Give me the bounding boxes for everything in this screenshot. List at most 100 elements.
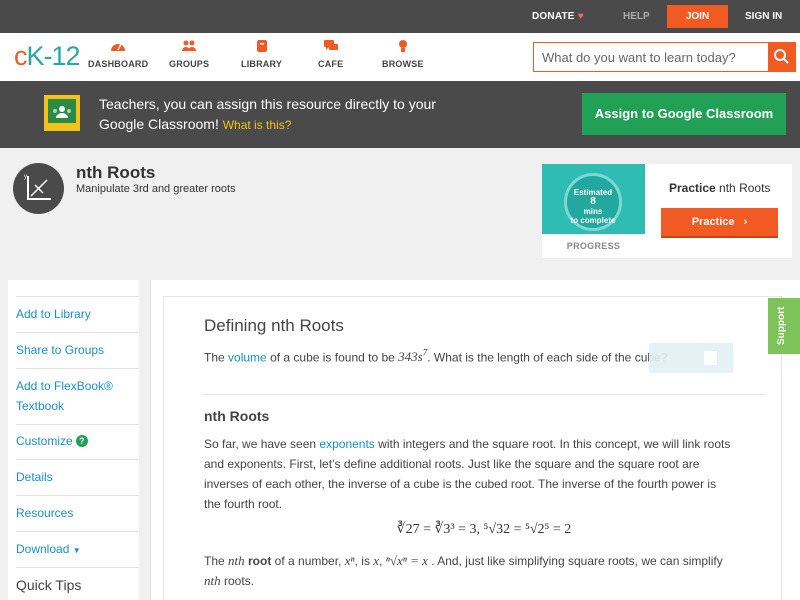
banner-message: Teachers, you can assign this resource d…	[99, 94, 439, 135]
nav-dashboard[interactable]: DASHBOARD	[88, 39, 148, 69]
concept-subtitle: Manipulate 3rd and greater roots	[76, 183, 236, 195]
sidebar-divider	[16, 495, 139, 496]
download-label: Download	[16, 542, 70, 556]
chevron-right-icon: ›	[743, 216, 748, 228]
sign-in-link[interactable]: SIGN IN	[745, 11, 782, 22]
practice-label-rest: nth Roots	[719, 181, 771, 195]
estimate-circle: Estimated 8 mins to complete	[564, 173, 622, 231]
content-divider	[204, 394, 764, 395]
logo-k: K	[26, 41, 45, 71]
question-text-1: The	[204, 350, 225, 365]
sidebar: Add to Library Share to Groups Add to Fl…	[8, 280, 139, 600]
sidebar-item-download[interactable]: Download ▼	[16, 539, 139, 561]
hint-overlay[interactable]	[649, 343, 733, 373]
root-equation: ∛27 = ∛3³ = 3, ⁵√32 = ⁵√2⁵ = 2	[396, 522, 572, 537]
graph-icon: y	[13, 163, 64, 214]
library-icon	[256, 40, 267, 52]
xn-math: xⁿ	[344, 553, 355, 568]
sidebar-divider	[16, 332, 139, 333]
math-base: 343s	[398, 349, 423, 365]
progress-image: Estimated 8 mins to complete	[542, 164, 645, 234]
nav-dashboard-label: DASHBOARD	[88, 59, 149, 69]
section-paragraph: So far, we have seen exponents with inte…	[204, 434, 734, 514]
nav-cafe[interactable]: CAFE	[318, 39, 343, 69]
ck12-logo[interactable]: cK-12	[14, 41, 81, 72]
sidebar-item-customize[interactable]: Customize?	[16, 431, 139, 451]
customize-label: Customize	[16, 434, 73, 448]
help-link[interactable]: HELP	[623, 11, 650, 22]
practice-label: Practice nth Roots	[669, 181, 770, 195]
estimate-line-2: 8	[590, 196, 596, 207]
practice-card: Estimated 8 mins to complete PROGRESS Pr…	[542, 164, 792, 258]
help-icon[interactable]: ?	[75, 435, 88, 447]
lesson-heading: Defining nth Roots	[204, 316, 344, 335]
radical-math: ⁿ√xⁿ = x	[385, 553, 428, 568]
nav-groups-label: GROUPS	[169, 59, 210, 69]
nav-cafe-label: CAFE	[318, 59, 344, 69]
sidebar-item-share-to-groups[interactable]: Share to Groups	[16, 340, 139, 360]
sidebar-divider	[16, 424, 139, 425]
sidebar-item-resources[interactable]: Resources	[16, 503, 139, 523]
cafe-icon	[323, 40, 338, 50]
definition-text-4: ,	[379, 554, 383, 568]
definition-text-5: . And, just like simplifying square root…	[431, 554, 680, 568]
practice-button-label: Practice	[691, 216, 735, 228]
donate-link[interactable]: DONATE ♥	[532, 11, 584, 22]
nth-math-2: nth	[204, 573, 221, 588]
document-icon	[704, 351, 717, 365]
lesson-card: Defining nth Roots The volume of a cube …	[163, 296, 782, 600]
sidebar-divider	[16, 531, 139, 532]
main-navbar: cK-12 DASHBOARD GROUPS LIBRARY CAFE BROW…	[0, 33, 800, 81]
practice-label-bold: Practice	[669, 181, 716, 195]
paragraph-text-1: So far, we have seen	[204, 437, 317, 451]
main-content: Defining nth Roots The volume of a cube …	[150, 280, 800, 600]
heart-icon: ♥	[577, 11, 584, 22]
quick-tips-heading: Quick Tips	[16, 577, 82, 593]
svg-text:y: y	[24, 174, 27, 180]
concept-title: nth Roots	[76, 163, 156, 182]
support-tab[interactable]: Support	[768, 298, 800, 354]
nav-library[interactable]: LIBRARY	[241, 39, 282, 69]
what-is-this-link[interactable]: What is this?	[223, 118, 292, 132]
assign-to-google-classroom-button[interactable]: Assign to Google Classroom	[582, 93, 786, 135]
question-text-3: . What is the length of each side of the…	[427, 350, 668, 365]
logo-c: c	[14, 41, 27, 71]
logo-n: -12	[43, 41, 81, 71]
nav-groups[interactable]: GROUPS	[169, 39, 209, 69]
sidebar-item-details[interactable]: Details	[16, 467, 139, 487]
concept-header: y nth Roots Manipulate 3rd and greater r…	[0, 148, 800, 272]
donate-label: DONATE	[532, 11, 575, 22]
sidebar-item-add-to-library[interactable]: Add to Library	[16, 304, 139, 324]
definition-text-6: simplify	[682, 554, 723, 568]
caret-down-icon: ▼	[72, 546, 81, 555]
join-button[interactable]: JOIN	[667, 5, 728, 28]
sidebar-divider	[16, 459, 139, 460]
root-bold: root	[248, 554, 272, 568]
question-text-2: of a cube is found to be	[270, 350, 395, 365]
search-box	[533, 42, 796, 72]
practice-button[interactable]: Practice ›	[661, 208, 778, 238]
definition-text-1: The	[204, 554, 225, 568]
search-button[interactable]	[768, 43, 795, 71]
nth-math: nth	[228, 553, 245, 568]
sidebar-item-add-to-flexbook[interactable]: Add to FlexBook® Textbook	[16, 376, 126, 416]
definition-text-3: , is	[354, 554, 370, 568]
volume-link[interactable]: volume	[228, 350, 267, 364]
browse-icon	[398, 40, 407, 52]
question-math: 343s7	[398, 348, 427, 365]
progress-label: PROGRESS	[566, 241, 621, 251]
nav-browse[interactable]: BROWSE	[382, 39, 424, 69]
groups-icon	[182, 40, 197, 51]
exponents-link[interactable]: exponents	[319, 437, 374, 451]
google-classroom-banner: Teachers, you can assign this resource d…	[0, 81, 800, 148]
google-classroom-icon	[44, 95, 80, 131]
support-label: Support	[776, 306, 787, 345]
sidebar-divider	[16, 567, 139, 568]
definition-text-2: of a number,	[274, 554, 342, 568]
lesson-question: The volume of a cube is found to be 343s…	[204, 343, 667, 367]
sidebar-divider	[16, 368, 139, 369]
definition-text-7: roots.	[223, 574, 254, 588]
search-input[interactable]	[534, 43, 770, 71]
sidebar-divider	[16, 296, 139, 297]
estimate-text: Estimated 8 mins to complete	[567, 188, 619, 225]
